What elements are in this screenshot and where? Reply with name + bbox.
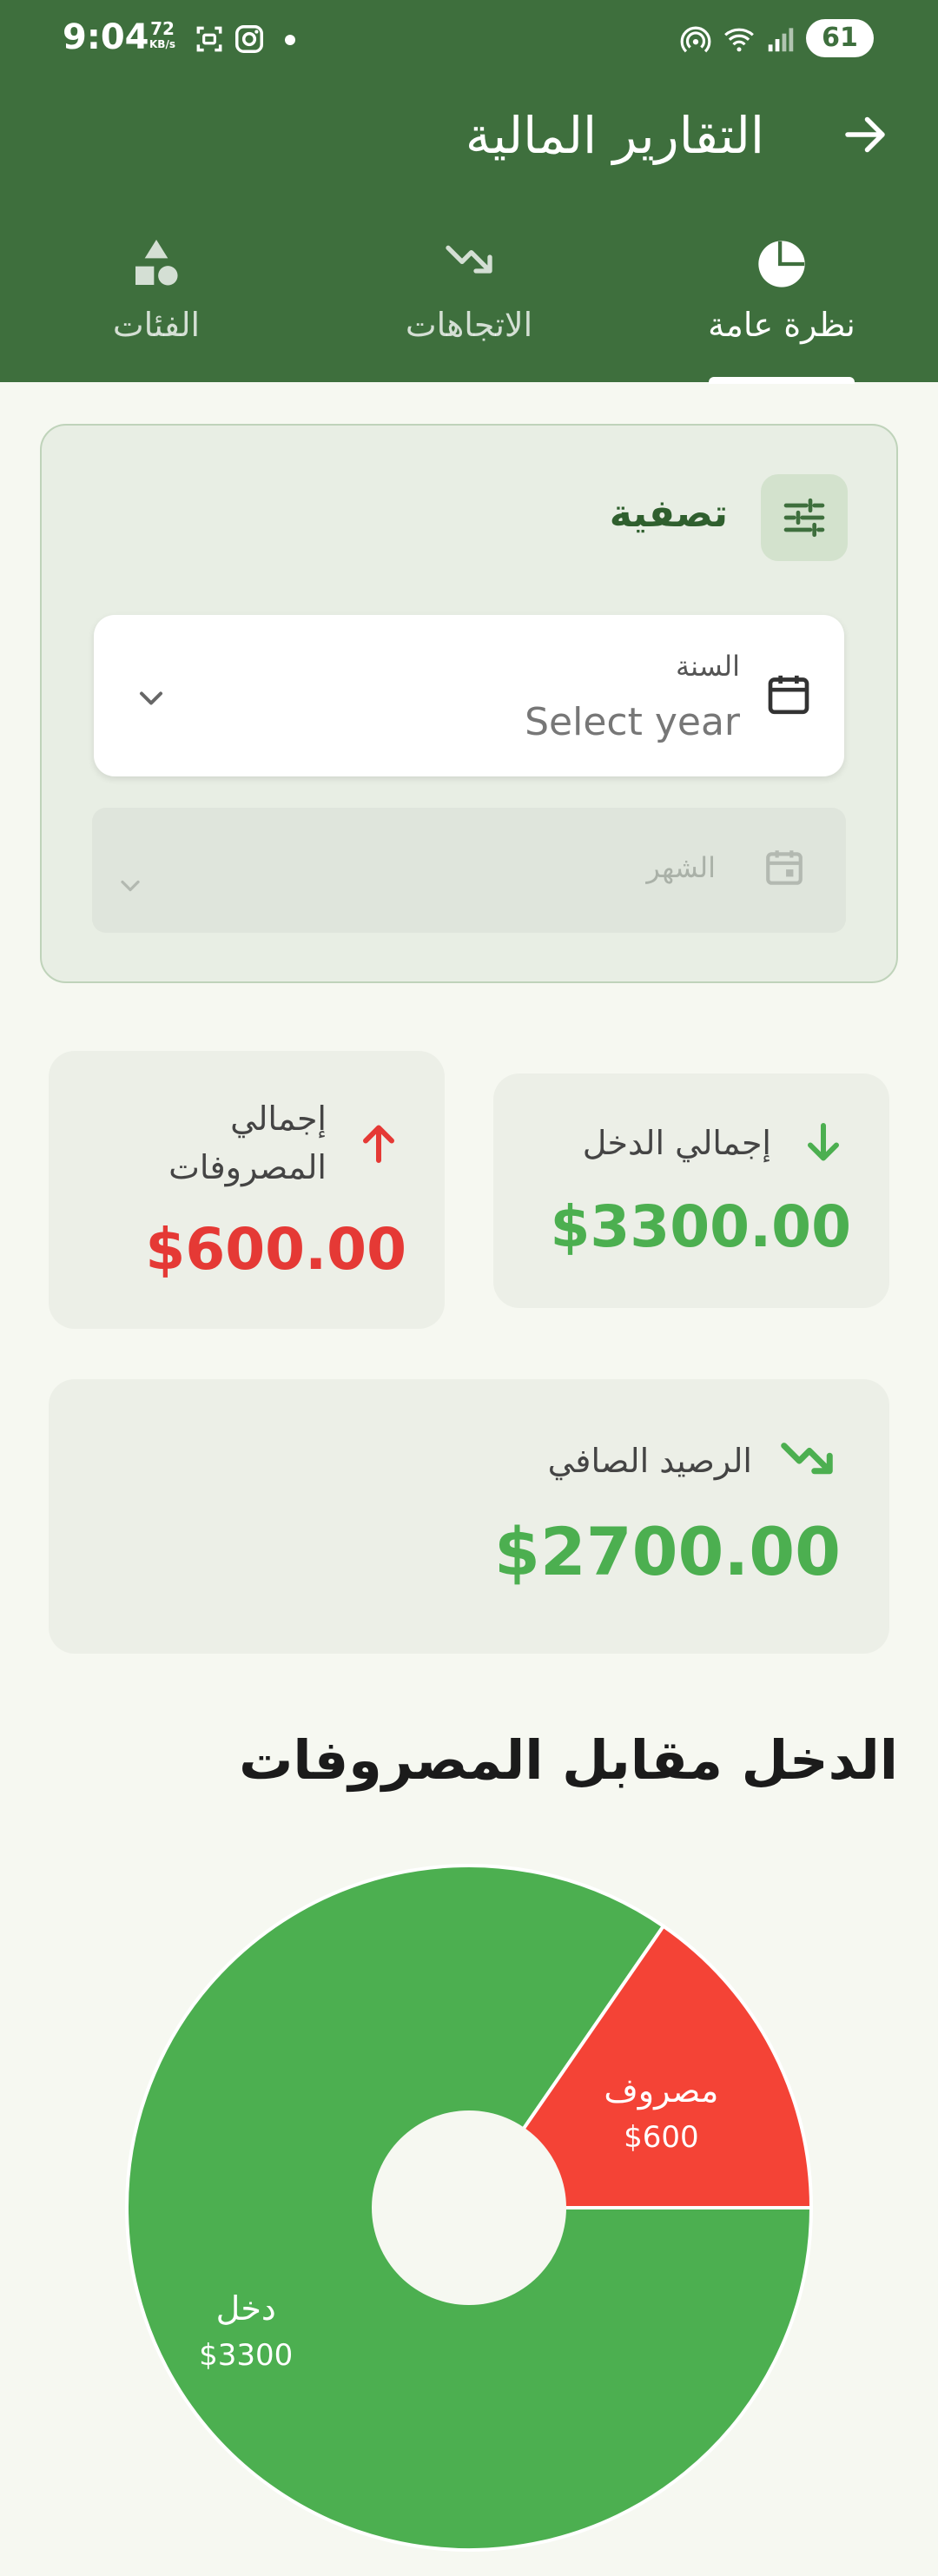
tab-categories-label: الفئات bbox=[112, 306, 201, 344]
report-tabs: نظرة عامة الاتجاهات الفئات bbox=[0, 226, 938, 384]
income-vs-expenses-chart: دخل $3300 مصروف $600 bbox=[125, 1864, 814, 2552]
slice-value-income: $3300 bbox=[199, 2338, 293, 2373]
wifi-icon bbox=[724, 28, 754, 52]
page-title: التقارير المالية bbox=[465, 106, 764, 165]
slice-label-income: دخل bbox=[216, 2289, 276, 2328]
total-income-card: إجمالي الدخل $3300.00 bbox=[493, 1073, 889, 1308]
net-balance-card: الرصيد الصافي $2700.00 bbox=[49, 1379, 889, 1654]
filter-title: تصفية bbox=[609, 492, 728, 536]
chevron-down-icon bbox=[121, 880, 140, 892]
pie-chart-icon bbox=[758, 241, 805, 287]
arrow-up-icon bbox=[363, 1125, 394, 1163]
net-balance-label: الرصيد الصافي bbox=[547, 1442, 752, 1480]
total-expenses-value: $600.00 bbox=[145, 1216, 406, 1283]
tab-overview-label: نظرة عامة bbox=[708, 306, 855, 344]
calendar-icon bbox=[766, 850, 803, 885]
filter-card: تصفية السنة Select year الشهر bbox=[40, 424, 898, 983]
tune-icon bbox=[783, 498, 825, 538]
total-income-value: $3300.00 bbox=[550, 1193, 851, 1260]
total-income-label: إجمالي الدخل bbox=[582, 1124, 771, 1162]
arrow-right-icon[interactable] bbox=[839, 109, 891, 161]
financial-reports-screen: 9:04 72 KB/s 61 التقارير المالية نظرة عا… bbox=[0, 0, 938, 2576]
donut-hole bbox=[372, 2110, 566, 2305]
network-speed-unit: KB/s bbox=[149, 38, 175, 50]
notification-dot bbox=[285, 35, 295, 45]
net-balance-value: $2700.00 bbox=[493, 1513, 841, 1590]
calendar-icon bbox=[768, 675, 809, 715]
battery-indicator: 61 bbox=[806, 19, 874, 57]
arrow-down-icon bbox=[808, 1123, 839, 1161]
hotspot-icon bbox=[680, 26, 711, 53]
year-select[interactable]: السنة Select year bbox=[94, 615, 844, 776]
year-label: السنة bbox=[676, 650, 740, 683]
shapes-icon bbox=[135, 240, 178, 286]
tab-overview[interactable]: نظرة عامة bbox=[651, 226, 912, 382]
chevron-down-icon bbox=[139, 691, 163, 705]
screenshot-icon bbox=[196, 26, 222, 52]
slice-value-expense: $600 bbox=[624, 2120, 699, 2155]
trending-icon bbox=[446, 245, 492, 274]
month-label: الشهر bbox=[646, 851, 716, 884]
slice-label-expense: مصروف bbox=[604, 2071, 718, 2110]
tab-categories[interactable]: الفئات bbox=[26, 226, 287, 382]
filter-toggle-button[interactable] bbox=[761, 474, 848, 561]
year-placeholder: Select year bbox=[525, 700, 740, 744]
instagram-icon bbox=[235, 25, 263, 53]
battery-level: 61 bbox=[822, 23, 858, 53]
top-app-bar: 9:04 72 KB/s 61 التقارير المالية نظرة عا… bbox=[0, 0, 938, 384]
chart-title: الدخل مقابل المصروفات bbox=[239, 1728, 898, 1792]
total-expenses-label: إجمالي المصروفات bbox=[168, 1100, 327, 1186]
total-expenses-card: إجمالي المصروفات $600.00 bbox=[49, 1051, 445, 1329]
status-bar: 9:04 72 KB/s 61 bbox=[0, 0, 938, 78]
month-select[interactable]: الشهر bbox=[92, 808, 846, 933]
trending-icon bbox=[781, 1443, 833, 1475]
network-speed: 72 KB/s bbox=[149, 20, 175, 52]
status-time: 9:04 bbox=[63, 17, 149, 57]
app-header: التقارير المالية bbox=[0, 87, 938, 191]
active-tab-indicator bbox=[709, 377, 855, 384]
tab-trends-label: الاتجاهات bbox=[405, 306, 533, 344]
signal-icon bbox=[768, 28, 794, 52]
tab-trends[interactable]: الاتجاهات bbox=[339, 226, 599, 382]
